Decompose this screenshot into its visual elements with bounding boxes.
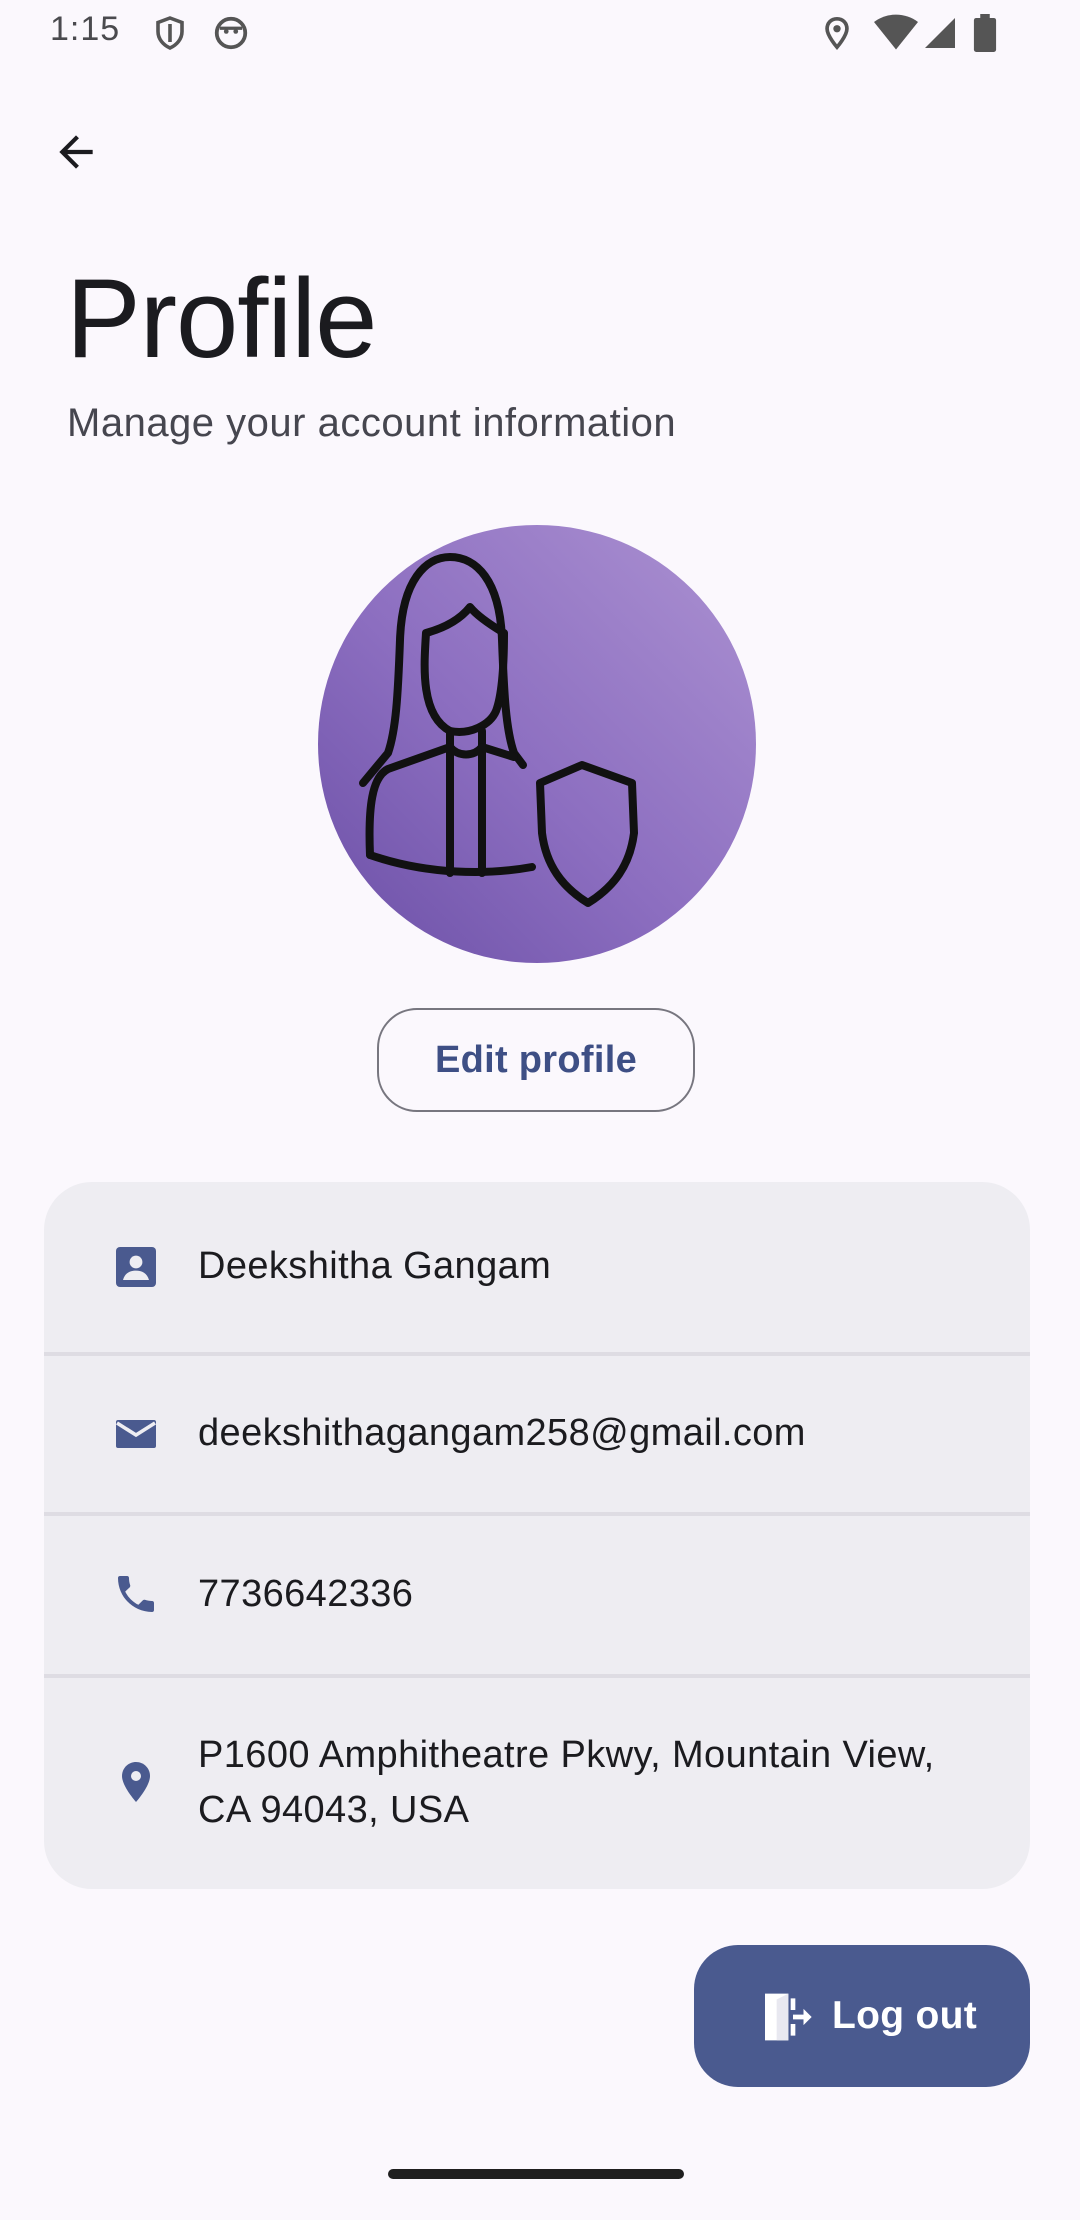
location-icon: [820, 14, 854, 57]
battery-icon: [972, 14, 998, 57]
wifi-icon: [874, 14, 918, 57]
profile-email-text: deekshithagangam258@gmail.com: [198, 1412, 806, 1454]
arrow-back-icon: [51, 127, 101, 182]
profile-info-card: Deekshitha Gangam deekshithagangam258@gm…: [44, 1182, 1030, 1889]
page-title: Profile: [66, 256, 377, 381]
profile-name-text: Deekshitha Gangam: [198, 1245, 552, 1287]
email-icon: [110, 1408, 162, 1460]
gesture-navigation-bar[interactable]: [388, 2169, 684, 2179]
shield-icon: [152, 14, 188, 57]
profile-row-phone: 7736642336: [44, 1516, 1030, 1674]
profile-row-email: deekshithagangam258@gmail.com: [44, 1356, 1030, 1512]
page-subtitle: Manage your account information: [67, 401, 677, 445]
status-time: 1:15: [50, 10, 121, 48]
logout-icon: [758, 1989, 814, 2045]
profile-address-text: P1600 Amphitheatre Pkwy, Mountain View, …: [198, 1734, 935, 1831]
avatar: [318, 525, 756, 963]
back-button[interactable]: [40, 118, 112, 190]
profile-row-address: P1600 Amphitheatre Pkwy, Mountain View, …: [44, 1678, 1030, 1889]
location-pin-icon: [110, 1756, 162, 1808]
contact-card-icon: [110, 1241, 162, 1293]
logout-button[interactable]: Log out: [694, 1945, 1030, 2087]
profile-row-name: Deekshitha Gangam: [44, 1182, 1030, 1352]
phone-icon: [110, 1568, 162, 1620]
profile-phone-text: 7736642336: [198, 1573, 414, 1615]
signal-icon: [922, 14, 958, 57]
status-bar: 1:15: [0, 0, 1080, 66]
logout-label: Log out: [832, 1994, 978, 2037]
android-icon: [212, 14, 250, 57]
edit-profile-button[interactable]: Edit profile: [377, 1008, 695, 1112]
woman-with-shield-icon: [359, 553, 638, 907]
